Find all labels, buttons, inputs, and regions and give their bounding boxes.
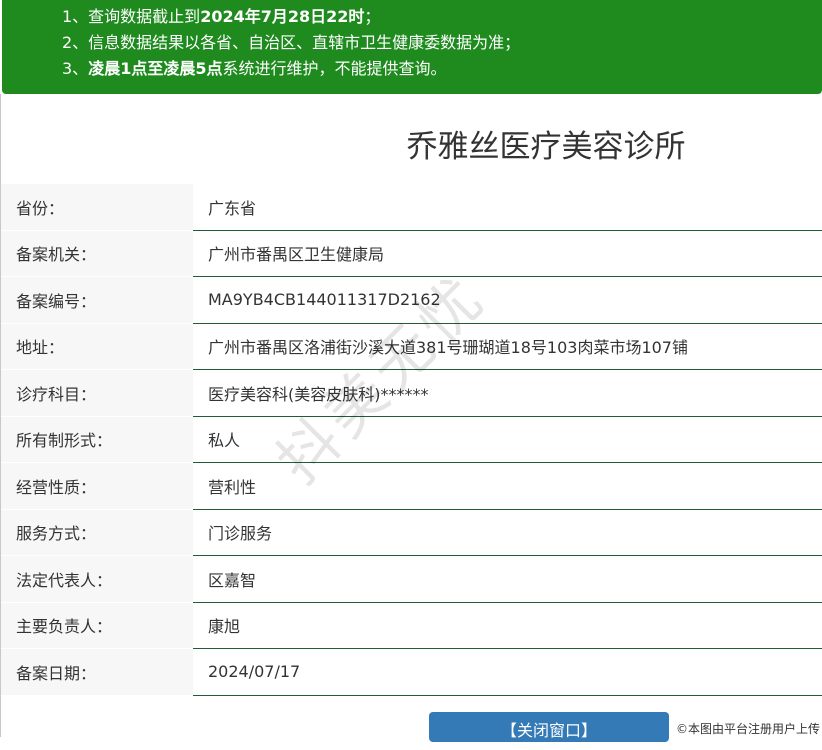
info-row-service-mode: 服务方式： 门诊服务	[1, 509, 822, 556]
notice-banner: 1、查询数据截止到2024年7月28日22时； 2、信息数据结果以各省、自治区、…	[2, 0, 822, 94]
row-label: 所有制形式：	[1, 416, 193, 463]
row-label: 备案日期：	[1, 648, 193, 696]
notice-line-1: 1、查询数据截止到2024年7月28日22时；	[62, 7, 381, 26]
info-row-ownership: 所有制形式： 私人	[1, 416, 822, 463]
row-value: 营利性	[193, 462, 822, 510]
row-value: 私人	[193, 416, 822, 463]
row-value: 康旭	[193, 602, 822, 649]
row-label: 服务方式：	[1, 509, 193, 556]
row-label: 备案编号：	[1, 276, 193, 324]
row-value: 区嘉智	[193, 555, 822, 603]
row-value: MA9YB4CB144011317D2162	[193, 276, 822, 324]
info-row-business-nature: 经营性质： 营利性	[1, 462, 822, 510]
row-value: 2024/07/17	[193, 648, 822, 696]
info-row-departments: 诊疗科目： 医疗美容科(美容皮肤科)******	[1, 369, 822, 417]
row-label: 备案机关：	[1, 230, 193, 277]
row-value: 医疗美容科(美容皮肤科)******	[193, 369, 822, 417]
clinic-info-table: 省份： 广东省 备案机关： 广州市番禺区卫生健康局 备案编号： MA9YB4CB144…	[1, 184, 822, 696]
upload-credit: ©本图由平台注册用户上传	[675, 722, 820, 736]
row-value: 广东省	[193, 184, 822, 231]
info-row-province: 省份： 广东省	[1, 184, 822, 231]
clinic-title: 乔雅丝医疗美容诊所	[406, 129, 686, 165]
info-row-authority: 备案机关： 广州市番禺区卫生健康局	[1, 230, 822, 277]
row-label: 法定代表人：	[1, 555, 193, 603]
info-row-address: 地址： 广州市番禺区洛浦街沙溪大道381号珊瑚道18号103肉菜市场107铺	[1, 323, 822, 370]
close-window-button[interactable]: 【关闭窗口】	[429, 712, 669, 742]
row-value: 广州市番禺区洛浦街沙溪大道381号珊瑚道18号103肉菜市场107铺	[193, 323, 822, 370]
row-label: 地址：	[1, 323, 193, 370]
info-row-record-date: 备案日期： 2024/07/17	[1, 648, 822, 696]
info-row-record-number: 备案编号： MA9YB4CB144011317D2162	[1, 276, 822, 324]
row-label: 诊疗科目：	[1, 369, 193, 417]
row-label: 省份：	[1, 184, 193, 231]
notice-line-2: 2、信息数据结果以各省、自治区、直辖市卫生健康委数据为准；	[62, 33, 521, 52]
row-value: 广州市番禺区卫生健康局	[193, 230, 822, 277]
row-label: 经营性质：	[1, 462, 193, 510]
row-label: 主要负责人：	[1, 602, 193, 649]
notice-line-3: 3、凌晨1点至凌晨5点系统进行维护，不能提供查询。	[62, 59, 447, 78]
info-row-principal: 主要负责人： 康旭	[1, 602, 822, 649]
info-row-legal-rep: 法定代表人： 区嘉智	[1, 555, 822, 603]
row-value: 门诊服务	[193, 509, 822, 556]
